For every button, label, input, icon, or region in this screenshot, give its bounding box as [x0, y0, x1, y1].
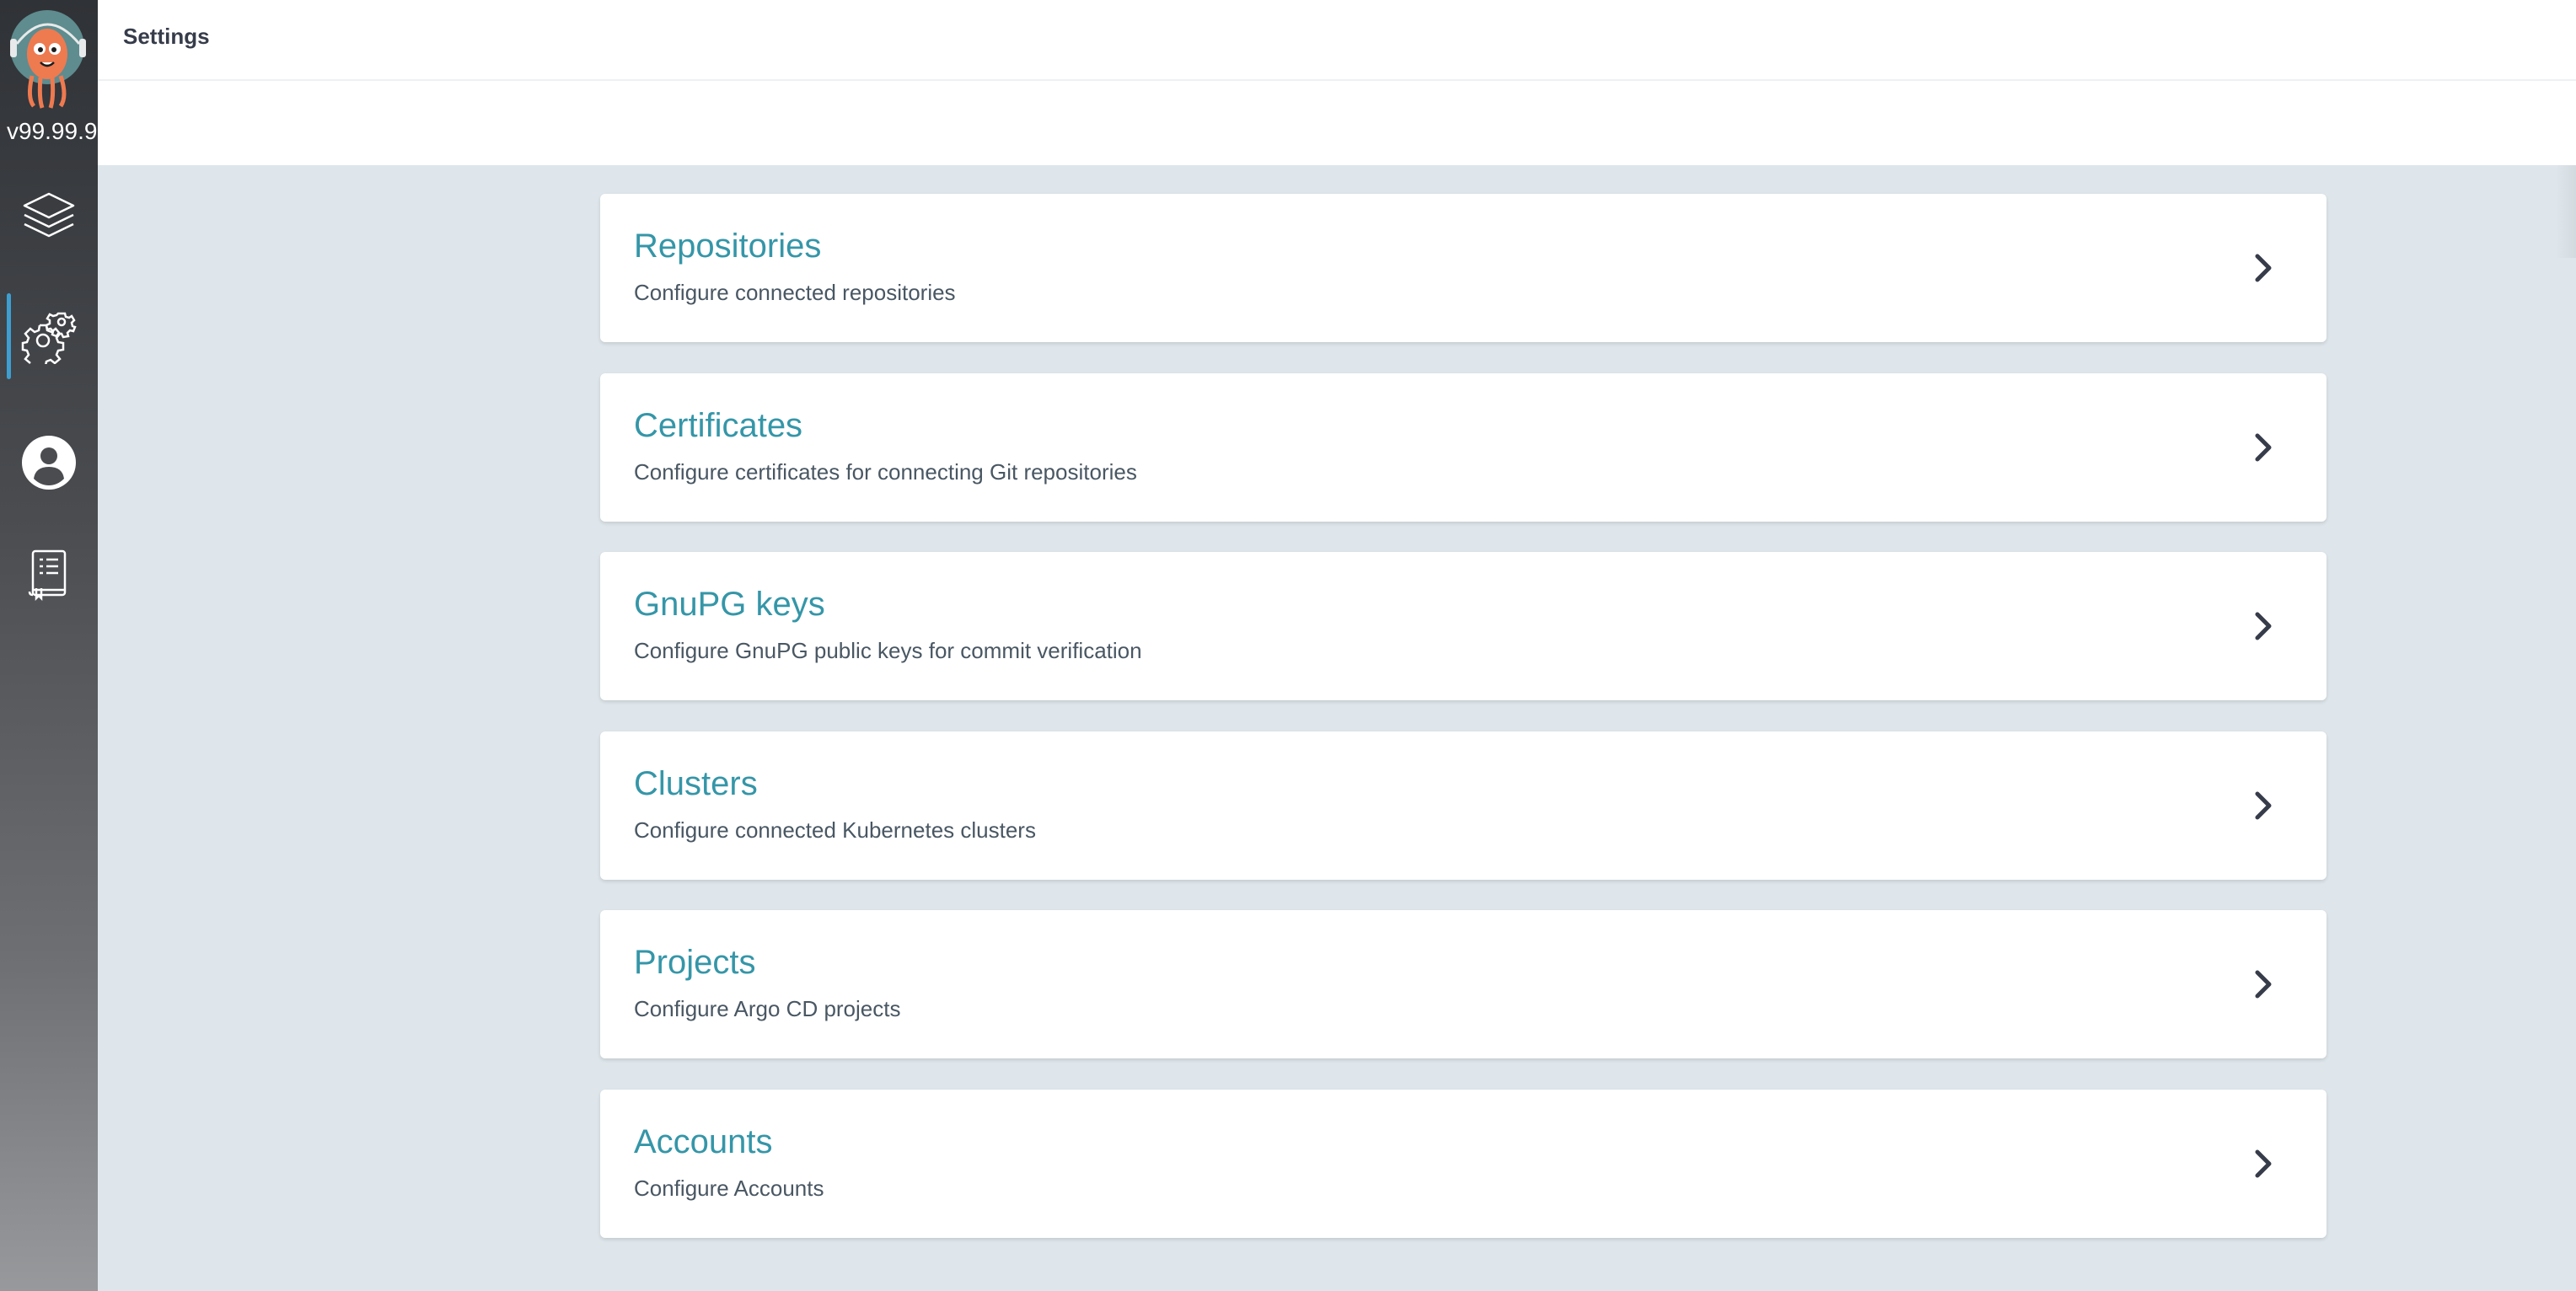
- scrollbar-shadow: [2556, 165, 2576, 258]
- sidebar: v99.99.99: [0, 0, 98, 1291]
- settings-card-clusters[interactable]: Clusters Configure connected Kubernetes …: [600, 731, 2326, 880]
- card-title: GnuPG keys: [634, 586, 825, 623]
- card-description: Configure connected repositories: [634, 280, 956, 305]
- docs-icon: [28, 549, 67, 602]
- header-divider: [98, 79, 2576, 81]
- settings-card-gnupg-keys[interactable]: GnuPG keys Configure GnuPG public keys f…: [600, 552, 2326, 700]
- chevron-right-icon: [2255, 1149, 2272, 1178]
- version-label: v99.99.99: [7, 118, 98, 144]
- sidebar-item-user-info[interactable]: [0, 416, 98, 509]
- argo-octopus-icon: [10, 10, 86, 109]
- chevron-right-icon: [2255, 433, 2272, 462]
- card-title: Certificates: [634, 407, 803, 444]
- card-description: Configure Accounts: [634, 1176, 824, 1201]
- card-description: Configure connected Kubernetes clusters: [634, 817, 1036, 843]
- settings-card-repositories[interactable]: Repositories Configure connected reposit…: [600, 194, 2326, 342]
- card-title: Repositories: [634, 228, 822, 265]
- card-title: Clusters: [634, 765, 758, 802]
- chevron-right-icon: [2255, 612, 2272, 640]
- gear-icon: [21, 312, 77, 364]
- sidebar-item-settings[interactable]: [0, 290, 98, 383]
- sidebar-item-applications[interactable]: [0, 170, 98, 263]
- layers-icon: [23, 192, 75, 238]
- sidebar-item-documentation[interactable]: [0, 528, 98, 620]
- chevron-right-icon: [2255, 254, 2272, 282]
- card-description: Configure Argo CD projects: [634, 996, 901, 1021]
- card-title: Projects: [634, 944, 756, 981]
- settings-card-projects[interactable]: Projects Configure Argo CD projects: [600, 910, 2326, 1058]
- card-description: Configure GnuPG public keys for commit v…: [634, 638, 1142, 663]
- top-bar: Settings: [98, 0, 2576, 165]
- chevron-right-icon: [2255, 791, 2272, 820]
- argo-logo[interactable]: [8, 10, 89, 110]
- card-description: Configure certificates for connecting Gi…: [634, 459, 1137, 485]
- chevron-right-icon: [2255, 970, 2272, 999]
- settings-card-certificates[interactable]: Certificates Configure certificates for …: [600, 373, 2326, 522]
- page-title: Settings: [123, 24, 210, 49]
- settings-card-accounts[interactable]: Accounts Configure Accounts: [600, 1090, 2326, 1238]
- user-icon: [22, 436, 76, 490]
- card-title: Accounts: [634, 1123, 773, 1160]
